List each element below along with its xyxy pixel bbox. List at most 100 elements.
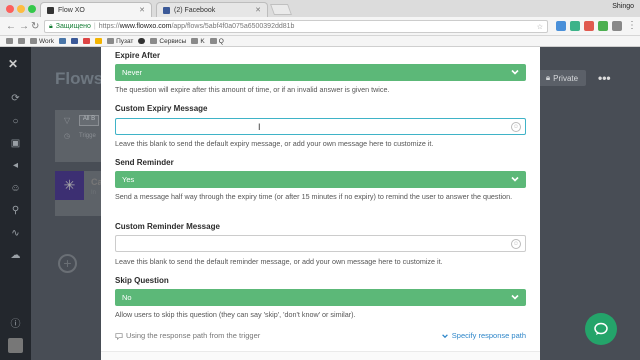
chevron-down-icon xyxy=(511,176,519,182)
flows-icon[interactable]: ⟳ xyxy=(9,92,22,105)
skip-question-select[interactable]: No xyxy=(115,289,526,306)
text-cursor-icon: I xyxy=(258,122,261,132)
flow-step-card[interactable]: ✳ Ca In xyxy=(55,171,103,216)
url-input[interactable]: 🔒︎ Защищено | https://www.flowxo.com/app… xyxy=(44,20,548,33)
close-window-icon[interactable] xyxy=(6,5,14,13)
all-button[interactable]: All B xyxy=(79,115,99,126)
bookmark-site[interactable] xyxy=(71,38,79,44)
send-reminder-label: Send Reminder xyxy=(115,158,174,167)
integrations-icon[interactable]: ☁ xyxy=(9,249,22,262)
maximize-window-icon[interactable] xyxy=(28,5,36,13)
bookmark-site[interactable] xyxy=(95,38,103,44)
bookmark-folder[interactable] xyxy=(18,38,25,44)
secure-label: Защищено xyxy=(55,23,91,30)
bookmarks-bar: Work Пузат Сервисы K Q xyxy=(0,36,640,47)
folder-icon xyxy=(209,38,217,44)
address-bar-row: ← → ↻ 🔒︎ Защищено | https://www.flowxo.c… xyxy=(0,17,640,36)
gmail-icon xyxy=(83,38,91,44)
search-icon[interactable]: ⚲ xyxy=(9,204,22,217)
left-nav-rail: ✕ ⟳ ○ ▣ ◂ ☺ ⚲ ∿ ☁ ⓘ xyxy=(0,47,31,360)
forward-arrow-icon[interactable]: → xyxy=(19,21,29,32)
close-tab-icon[interactable]: ✕ xyxy=(255,6,261,14)
calendar-icon[interactable]: ▣ xyxy=(9,137,22,150)
browser-user-label[interactable]: Shingo xyxy=(612,3,634,10)
avatar[interactable] xyxy=(8,338,23,353)
tab-title: (2) Facebook xyxy=(174,6,216,14)
expire-after-label: Expire After xyxy=(115,51,161,60)
chevron-down-icon xyxy=(511,294,519,300)
bookmark-k[interactable]: K xyxy=(191,37,205,45)
folder-icon xyxy=(150,38,158,44)
bookmark-site[interactable] xyxy=(83,38,91,44)
bookmark-services[interactable]: Сервисы xyxy=(150,38,186,45)
specify-response-path-text: Specify response path xyxy=(451,331,526,340)
extension-icon[interactable] xyxy=(556,21,566,31)
info-icon[interactable]: ⓘ xyxy=(9,318,22,331)
facebook-favicon-icon xyxy=(163,6,170,14)
folder-icon xyxy=(191,38,199,44)
bookmark-label: K xyxy=(200,37,205,45)
expire-after-value: Never xyxy=(122,68,143,77)
response-path-note: Using the response path from the trigger xyxy=(115,331,260,340)
folder-icon xyxy=(18,38,25,44)
tab-title: Flow XO xyxy=(58,6,85,14)
new-tab-button[interactable] xyxy=(269,4,293,15)
minimize-window-icon[interactable] xyxy=(17,5,25,13)
bookmark-label: Work xyxy=(39,37,55,45)
chat-support-button[interactable] xyxy=(585,313,617,345)
bookmark-site[interactable] xyxy=(59,38,67,44)
custom-reminder-input[interactable]: ☺ xyxy=(115,235,526,252)
bookmark-star-icon[interactable]: ☆ xyxy=(537,23,543,31)
facebook-icon xyxy=(71,38,79,44)
send-reminder-help: Send a message half way through the expi… xyxy=(115,192,513,201)
clock-icon: ◷ xyxy=(64,133,71,140)
flowxo-logo-icon[interactable]: ✕ xyxy=(8,57,18,71)
reload-icon[interactable]: ↻ xyxy=(31,21,39,32)
emoji-icon[interactable]: ☺ xyxy=(511,239,521,249)
url-path: /app/flows/5abf4f0a075a6500392dd81b xyxy=(171,23,295,30)
drive-icon xyxy=(95,38,103,44)
panel-footer-divider xyxy=(101,351,540,360)
custom-expiry-input[interactable]: I ☺ xyxy=(115,118,526,135)
trigger-card: ▽ All B ◷ Trigge xyxy=(55,110,101,162)
close-tab-icon[interactable]: ✕ xyxy=(139,6,145,14)
bookmark-site[interactable] xyxy=(138,38,146,44)
tab-flowxo[interactable]: Flow XO ✕ xyxy=(40,2,152,17)
lock-icon: 🔒︎ xyxy=(545,73,551,82)
tab-facebook[interactable]: (2) Facebook ✕ xyxy=(156,2,268,17)
expire-after-select[interactable]: Never xyxy=(115,64,526,81)
url-scheme: https:// xyxy=(98,23,120,30)
bookmark-puzat[interactable]: Пузат xyxy=(107,38,133,45)
bookmark-label: Пузат xyxy=(116,37,134,45)
folder-icon xyxy=(6,38,13,44)
bookmark-work[interactable]: Work xyxy=(30,38,54,45)
extension-icon[interactable] xyxy=(612,21,622,31)
speech-bubble-icon xyxy=(115,332,123,340)
extension-icon[interactable] xyxy=(584,21,594,31)
back-arrow-icon[interactable]: ← xyxy=(6,21,16,32)
extension-icon[interactable] xyxy=(598,21,608,31)
specify-response-path-link[interactable]: Specify response path xyxy=(441,331,526,340)
step-icon: ✳ xyxy=(55,171,84,200)
send-reminder-select[interactable]: Yes xyxy=(115,171,526,188)
custom-expiry-help: Leave this blank to send the default exp… xyxy=(115,139,434,148)
custom-expiry-label: Custom Expiry Message xyxy=(115,104,208,113)
analytics-icon[interactable]: ∿ xyxy=(9,227,22,240)
contacts-icon[interactable]: ☺ xyxy=(9,182,22,195)
folder-icon xyxy=(107,38,115,44)
question-settings-panel: Expire After Never The question will exp… xyxy=(101,47,540,360)
extension-icon[interactable] xyxy=(570,21,580,31)
bookmark-label: Сервисы xyxy=(159,37,187,45)
messages-icon[interactable]: ○ xyxy=(9,115,22,128)
private-label: Private xyxy=(553,73,579,83)
bookmark-label: Q xyxy=(218,37,224,45)
folder-icon xyxy=(30,38,37,44)
bookmark-folder[interactable] xyxy=(6,38,13,44)
emoji-icon[interactable]: ☺ xyxy=(511,122,521,132)
broadcast-icon[interactable]: ◂ xyxy=(9,159,22,172)
add-step-icon[interactable]: + xyxy=(58,254,77,273)
browser-menu-icon[interactable]: ⋮ xyxy=(627,20,637,31)
private-button[interactable]: 🔒︎ Private xyxy=(538,70,586,86)
bookmark-q[interactable]: Q xyxy=(209,37,224,45)
more-options-icon[interactable]: ••• xyxy=(598,71,611,85)
